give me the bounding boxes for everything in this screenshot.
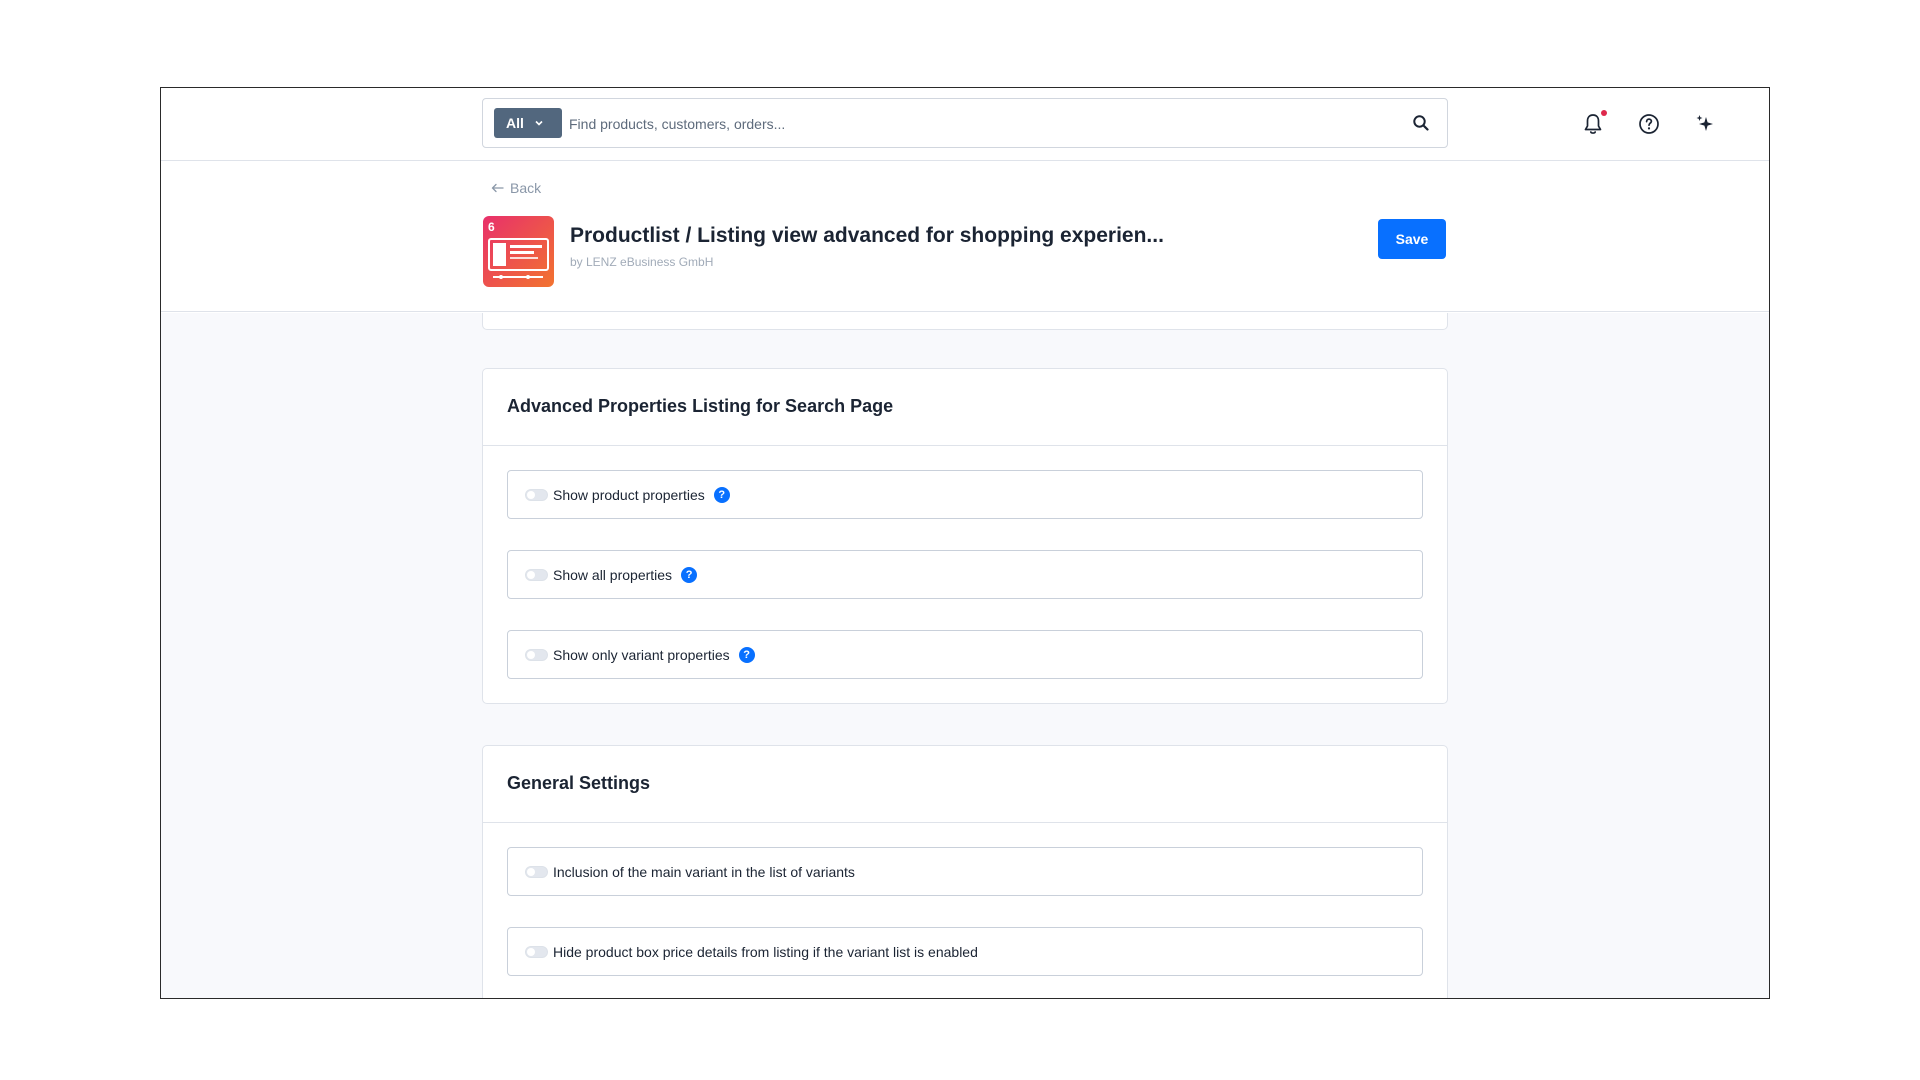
setting-row-hide-price-details: Hide product box price details from list… <box>507 927 1423 976</box>
search-scope-dropdown[interactable]: All <box>494 108 562 138</box>
help-icon[interactable]: ? <box>738 646 755 663</box>
question-circle-icon[interactable] <box>1636 111 1662 137</box>
search-scope-label: All <box>506 115 524 131</box>
setting-row-show-only-variant-properties: Show only variant properties ? <box>507 630 1423 679</box>
settings-content[interactable]: Advanced Properties Listing for Search P… <box>161 313 1769 998</box>
svg-text:6: 6 <box>488 220 495 234</box>
top-bar: All <box>161 88 1769 161</box>
save-button[interactable]: Save <box>1378 219 1446 259</box>
setting-row-show-product-properties: Show product properties ? <box>507 470 1423 519</box>
arrow-left-icon <box>491 183 504 193</box>
page-header: Back 6 Productlist / Listing view advanc… <box>161 162 1769 312</box>
search-icon[interactable] <box>1411 113 1431 133</box>
card-title: Advanced Properties Listing for Search P… <box>483 369 1447 446</box>
previous-card <box>482 313 1448 330</box>
toggle-switch[interactable] <box>525 865 548 878</box>
search-input[interactable] <box>569 111 1369 137</box>
setting-row-include-main-variant: Inclusion of the main variant in the lis… <box>507 847 1423 896</box>
setting-label: Show product properties <box>553 486 705 503</box>
back-link[interactable]: Back <box>491 180 541 196</box>
help-icon[interactable]: ? <box>681 566 698 583</box>
setting-label: Inclusion of the main variant in the lis… <box>553 863 855 880</box>
help-icon[interactable]: ? <box>713 486 730 503</box>
back-label: Back <box>510 180 542 196</box>
card-title: General Settings <box>483 746 1447 823</box>
advanced-properties-card: Advanced Properties Listing for Search P… <box>482 368 1448 704</box>
toggle-switch[interactable] <box>525 648 548 661</box>
toggle-switch[interactable] <box>525 945 548 958</box>
setting-label: Show all properties <box>553 566 673 583</box>
setting-label: Show only variant properties <box>553 646 730 663</box>
app-vendor: by LENZ eBusiness GmbH <box>570 255 714 269</box>
sparkle-icon[interactable] <box>1692 111 1718 137</box>
general-settings-card: General Settings Inclusion of the main v… <box>482 745 1448 998</box>
app-logo: 6 <box>483 216 554 287</box>
toggle-switch[interactable] <box>525 488 548 501</box>
setting-label: Hide product box price details from list… <box>553 943 978 960</box>
global-search: All <box>482 98 1448 148</box>
app-window: All Find products, customers, orders... … <box>160 87 1770 999</box>
notification-dot <box>1601 110 1607 116</box>
page-title: Productlist / Listing view advanced for … <box>570 224 1164 247</box>
setting-row-show-all-properties: Show all properties ? <box>507 550 1423 599</box>
toggle-switch[interactable] <box>525 568 548 581</box>
chevron-down-icon <box>535 120 543 126</box>
